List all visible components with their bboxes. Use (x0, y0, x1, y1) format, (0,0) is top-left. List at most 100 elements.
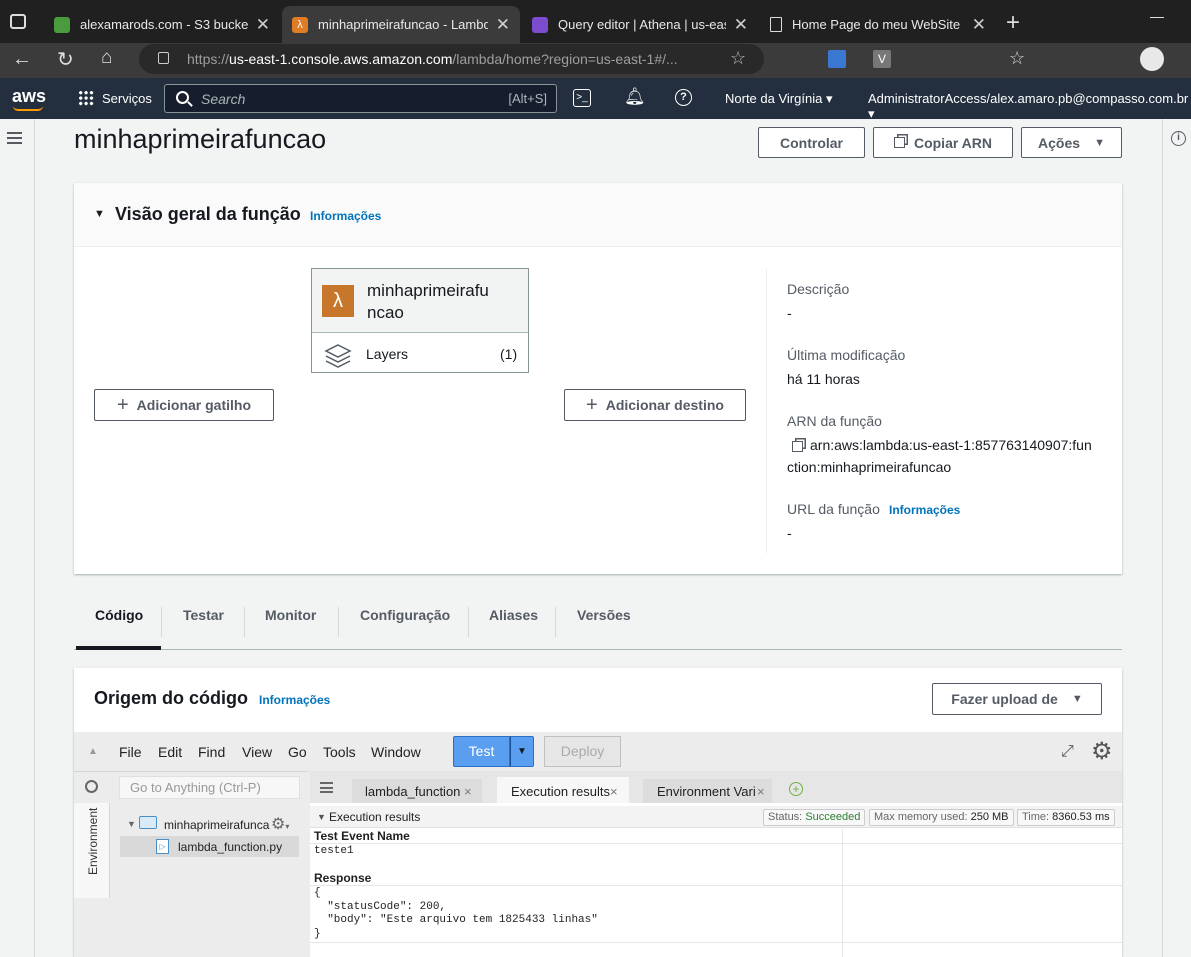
test-event-name-value: teste1 (314, 845, 354, 857)
collapse-menu-icon[interactable]: ▲ (88, 746, 98, 757)
layers-label: Layers (366, 346, 409, 362)
browser-tab-athena[interactable]: Query editor | Athena | us-east-1 ✕ (522, 6, 758, 43)
search-input[interactable]: Search [Alt+S] (164, 84, 557, 113)
overview-info-link[interactable]: Informações (310, 209, 381, 223)
extension-icon[interactable]: V (873, 50, 891, 68)
throttle-button[interactable]: Controlar (758, 127, 865, 158)
editor-tab-environment-vars[interactable]: Environment Vari (643, 779, 772, 803)
editor-tab-lambda-function[interactable]: lambda_function × (352, 779, 482, 803)
close-icon[interactable]: ✕ (256, 16, 270, 33)
add-tab-icon[interactable]: + (789, 782, 803, 796)
search-placeholder: Search (201, 91, 246, 107)
tabs-underline (74, 649, 1122, 650)
status-badge: Status: Succeeded (763, 809, 866, 826)
close-icon[interactable]: ✕ (734, 16, 748, 33)
account-menu[interactable]: AdministratorAccess/alex.amaro.pb@compas… (868, 91, 1191, 122)
tab-actions-icon[interactable] (10, 14, 26, 29)
tab-testar[interactable]: Testar (183, 607, 224, 637)
function-name-line2: ncao (367, 303, 404, 322)
upload-from-button[interactable]: Fazer upload de ▼ (932, 683, 1102, 715)
description-value: - (787, 305, 792, 321)
back-icon[interactable]: ← (12, 48, 32, 71)
tab-list-icon[interactable] (320, 782, 333, 793)
fullscreen-icon[interactable]: ⤢ (1061, 743, 1074, 761)
copy-arn-button[interactable]: Copiar ARN (873, 127, 1013, 158)
tab-label: minhaprimeirafuncao - Lambda (318, 17, 488, 32)
browser-tab-s3[interactable]: alexamarods.com - S3 bucket ✕ (44, 6, 280, 43)
code-source-info-link[interactable]: Informações (259, 693, 330, 707)
plus-icon: + (116, 393, 129, 416)
aws-smile (13, 106, 43, 111)
extension-icon[interactable] (828, 50, 846, 68)
copy-icon (893, 137, 905, 148)
settings-gear-icon[interactable]: ⚙ (1091, 737, 1113, 766)
help-icon[interactable]: ? (675, 89, 692, 106)
new-tab-button[interactable]: + (1006, 9, 1020, 37)
close-icon[interactable]: × (464, 784, 472, 799)
close-icon[interactable]: ✕ (972, 16, 986, 33)
menu-view[interactable]: View (242, 744, 272, 760)
collapse-caret-icon[interactable]: ▼ (94, 208, 105, 220)
menu-find[interactable]: Find (198, 744, 225, 760)
execution-results-title: Execution results (329, 810, 421, 824)
browser-tab-bar: alexamarods.com - S3 bucket ✕ λ minhapri… (0, 0, 1191, 43)
tab-aliases[interactable]: Aliases (489, 607, 538, 637)
test-button[interactable]: Test (453, 736, 510, 767)
response-line: "body": "Este arquivo tem 1825433 linhas… (314, 914, 598, 926)
services-menu[interactable]: Serviços (78, 90, 152, 106)
caret-down-icon: ▼ (1094, 136, 1105, 149)
row-divider (310, 843, 1122, 844)
left-nav-rail (0, 119, 35, 957)
url-info-link[interactable]: Informações (889, 503, 960, 517)
python-file-icon: ▷ (156, 839, 169, 854)
aws-logo[interactable]: aws (12, 86, 46, 107)
profile-avatar[interactable] (1140, 47, 1164, 71)
code-source-title: Origem do código (94, 688, 249, 708)
menu-window[interactable]: Window (371, 744, 421, 760)
url-field[interactable]: https://us-east-1.console.aws.amazon.com… (139, 44, 764, 74)
test-dropdown-button[interactable]: ▼ (510, 736, 534, 767)
overview-divider (766, 269, 767, 553)
folder-expand-icon[interactable]: ▼ (127, 819, 136, 829)
close-icon[interactable]: ✕ (496, 16, 510, 33)
cloudshell-icon[interactable]: >_ (573, 89, 591, 107)
goto-anything-input[interactable]: Go to Anything (Ctrl-P) (119, 776, 300, 799)
environment-label: Environment (86, 807, 100, 875)
deploy-button[interactable]: Deploy (544, 736, 621, 767)
home-icon[interactable]: ⌂ (101, 47, 112, 69)
tab-label: alexamarods.com - S3 bucket (80, 17, 248, 32)
minimize-button[interactable] (1150, 17, 1164, 18)
folder-settings-icon[interactable]: ⚙▾ (271, 814, 289, 834)
function-card[interactable]: λ minhaprimeirafu ncao Layers (1) (311, 268, 529, 373)
actions-button[interactable]: Ações ▼ (1021, 127, 1122, 158)
info-icon[interactable]: i (1171, 131, 1186, 146)
region-selector[interactable]: Norte da Virgínia ▾ (725, 91, 832, 107)
close-icon[interactable]: × (610, 784, 618, 799)
bell-icon[interactable]: 🔔︎ (624, 87, 646, 107)
expand-caret-icon[interactable]: ▼ (317, 812, 326, 822)
response-line: { (314, 887, 321, 899)
hamburger-menu-icon[interactable] (7, 132, 22, 144)
star-icon[interactable]: ☆ (730, 48, 746, 69)
refresh-icon[interactable]: ↻ (57, 47, 74, 72)
add-destination-button[interactable]: + Adicionar destino (564, 389, 746, 421)
tab-versoes[interactable]: Versões (577, 607, 631, 637)
add-trigger-button[interactable]: + Adicionar gatilho (94, 389, 274, 421)
tab-codigo[interactable]: Código (95, 607, 143, 637)
browser-tab-lambda[interactable]: λ minhaprimeirafuncao - Lambda ✕ (282, 6, 520, 43)
menu-file[interactable]: File (119, 744, 142, 760)
menu-tools[interactable]: Tools (323, 744, 356, 760)
tab-monitor[interactable]: Monitor (265, 607, 316, 637)
menu-edit[interactable]: Edit (158, 744, 182, 760)
tab-configuracao[interactable]: Configuração (360, 607, 450, 637)
close-icon[interactable]: × (757, 784, 765, 799)
file-name[interactable]: lambda_function.py (178, 840, 282, 854)
browser-tab-homepage[interactable]: Home Page do meu WebSite ✕ (760, 6, 996, 43)
right-info-rail: i (1162, 119, 1191, 957)
menu-go[interactable]: Go (288, 744, 307, 760)
copy-arn-icon[interactable] (792, 441, 803, 452)
tab-label: Home Page do meu WebSite (792, 17, 961, 32)
folder-name[interactable]: minhaprimeirafunca (164, 818, 269, 832)
favorites-icon[interactable]: ☆ (1009, 48, 1025, 69)
layers-count: (1) (500, 346, 518, 362)
